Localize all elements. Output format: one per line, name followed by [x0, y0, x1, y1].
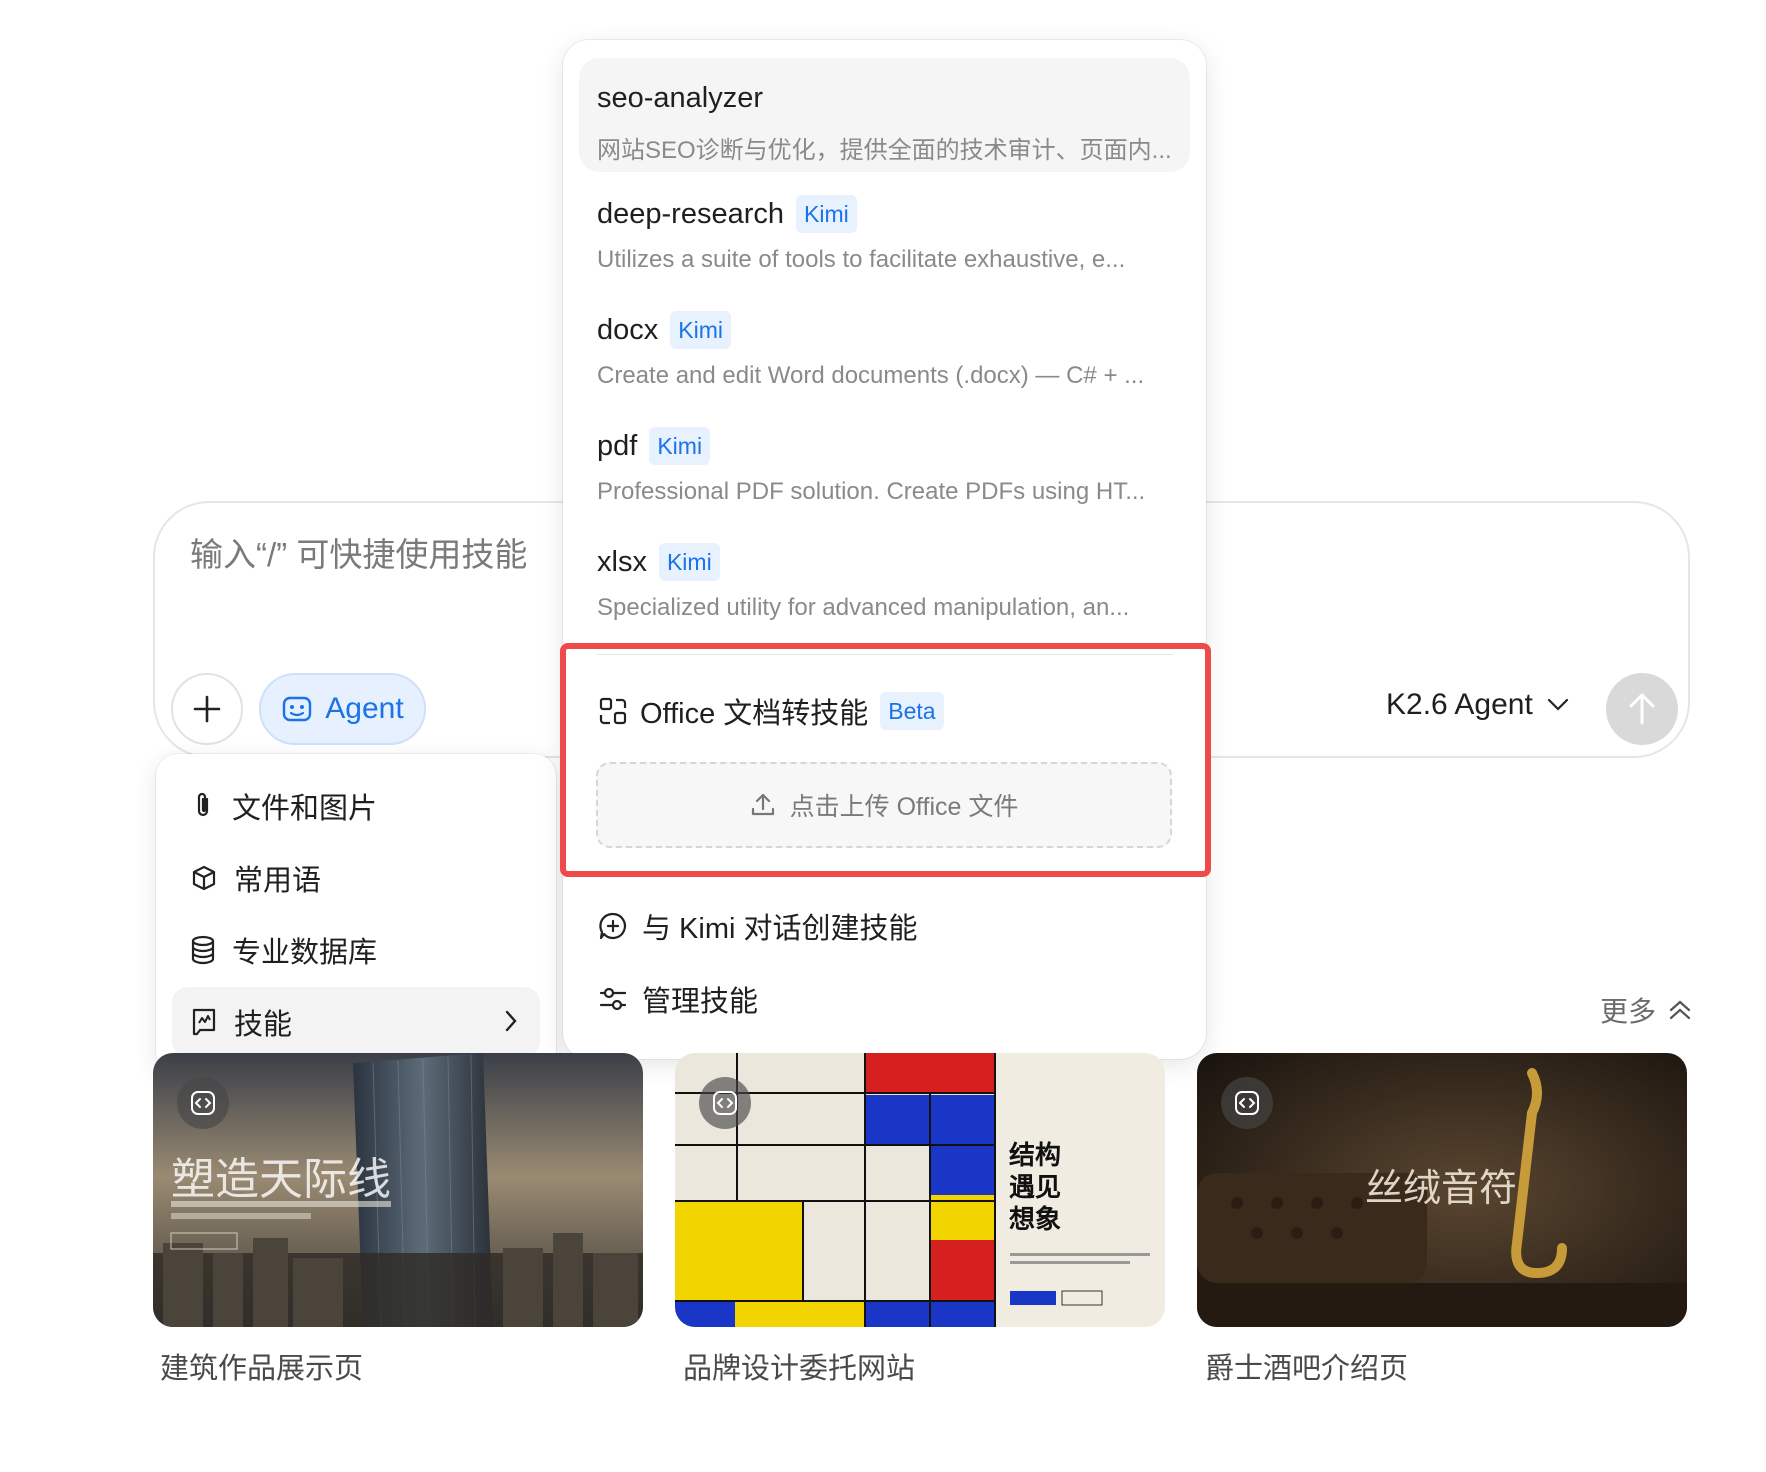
code-icon — [1235, 1091, 1259, 1115]
skill-desc: Professional PDF solution. Create PDFs u… — [597, 478, 1146, 505]
skill-desc: Specialized utility for advanced manipul… — [597, 594, 1130, 621]
kimi-tag: Kimi — [670, 311, 731, 349]
skill-desc: 网站SEO诊断与优化，提供全面的技术审计、页面内... — [597, 137, 1172, 164]
menu-item-label: 文件和图片 — [232, 793, 378, 825]
skill-name: xlsx — [597, 545, 647, 578]
card-label: 爵士酒吧介绍页 — [1205, 1353, 1409, 1385]
chevron-down-icon — [1547, 698, 1568, 711]
menu-item-database[interactable]: 专业数据库 — [172, 915, 540, 985]
card-preview-title: 丝绒音符 — [1365, 1166, 1518, 1210]
code-icon — [191, 1091, 215, 1115]
skill-desc: Create and edit Word documents (.docx) —… — [597, 362, 1145, 389]
chat-input-placeholder[interactable]: 输入“/” 可快捷使用技能 — [190, 528, 527, 576]
paperclip-icon — [197, 792, 209, 817]
manage-skills-label: 管理技能 — [642, 986, 759, 1018]
code-badge — [699, 1077, 751, 1129]
card-preview-title: 塑造天际线 — [171, 1154, 391, 1205]
arrow-up-icon — [1629, 693, 1655, 725]
cube-icon — [192, 865, 216, 891]
skill-icon — [192, 1008, 216, 1036]
kimi-tag: Kimi — [649, 427, 711, 465]
menu-item-label: 专业数据库 — [232, 937, 378, 969]
skill-name: deep-research — [597, 197, 784, 230]
skill-name: pdf — [597, 429, 638, 462]
skill-item-seo-analyzer[interactable]: seo-analyzer 网站SEO诊断与优化，提供全面的技术审计、页面内... — [579, 58, 1190, 172]
highlight-frame — [560, 643, 1211, 877]
agent-label: Agent — [325, 692, 404, 725]
template-card-architecture[interactable]: 塑造天际线 — [153, 1053, 643, 1327]
kimi-tag: Kimi — [796, 195, 857, 233]
model-selector[interactable]: K2.6 Agent — [1386, 688, 1569, 722]
send-button[interactable] — [1606, 673, 1678, 745]
template-card-brand-design[interactable]: 结构 遇见 想象 — [675, 1053, 1165, 1327]
sliders-icon — [599, 987, 627, 1011]
chat-plus-icon — [599, 912, 627, 940]
skill-name: seo-analyzer — [597, 81, 764, 114]
menu-item-label: 常用语 — [234, 865, 322, 897]
attach-menu: 文件和图片 常用语 专业数据库 技能 — [156, 754, 556, 1074]
skill-item-deep-research[interactable]: deep-research Kimi Utilizes a suite of to… — [579, 174, 1190, 288]
menu-item-phrases[interactable]: 常用语 — [172, 843, 540, 913]
code-badge — [177, 1077, 229, 1129]
agent-icon — [283, 696, 312, 722]
code-badge — [1221, 1077, 1273, 1129]
skill-item-pdf[interactable]: pdf Kimi Professional PDF solution. Creat… — [579, 406, 1190, 520]
more-label: 更多 — [1600, 996, 1657, 1027]
card-preview-title: 结构 遇见 想象 — [1009, 1140, 1062, 1234]
skill-name: docx — [597, 313, 659, 346]
double-chevron-up-icon — [1669, 1000, 1691, 1020]
manage-skills-button[interactable]: 管理技能 — [598, 978, 758, 1020]
menu-item-label: 技能 — [234, 1009, 293, 1041]
create-skill-with-kimi-button[interactable]: 与 Kimi 对话创建技能 — [598, 905, 918, 947]
code-icon — [713, 1091, 737, 1115]
card-label: 品牌设计委托网站 — [683, 1353, 916, 1385]
add-button[interactable] — [171, 673, 243, 745]
plus-icon — [193, 695, 221, 723]
chevron-right-icon — [505, 1010, 517, 1032]
create-skill-label: 与 Kimi 对话创建技能 — [642, 913, 918, 945]
agent-mode-button[interactable]: Agent — [259, 673, 426, 745]
more-toggle[interactable]: 更多 — [1600, 990, 1692, 1030]
database-icon — [191, 935, 215, 965]
model-label: K2.6 Agent — [1386, 688, 1533, 721]
skill-desc: Utilizes a suite of tools to facilitate … — [597, 246, 1126, 273]
menu-item-skills[interactable]: 技能 — [172, 987, 540, 1057]
menu-item-files[interactable]: 文件和图片 — [172, 771, 540, 841]
skill-item-xlsx[interactable]: xlsx Kimi Specialized utility for advance… — [579, 522, 1190, 636]
kimi-tag: Kimi — [658, 543, 720, 581]
skill-item-docx[interactable]: docx Kimi Create and edit Word documents … — [579, 290, 1190, 404]
template-card-jazz-bar[interactable]: 丝绒音符 — [1197, 1053, 1687, 1327]
card-label: 建筑作品展示页 — [160, 1353, 364, 1385]
